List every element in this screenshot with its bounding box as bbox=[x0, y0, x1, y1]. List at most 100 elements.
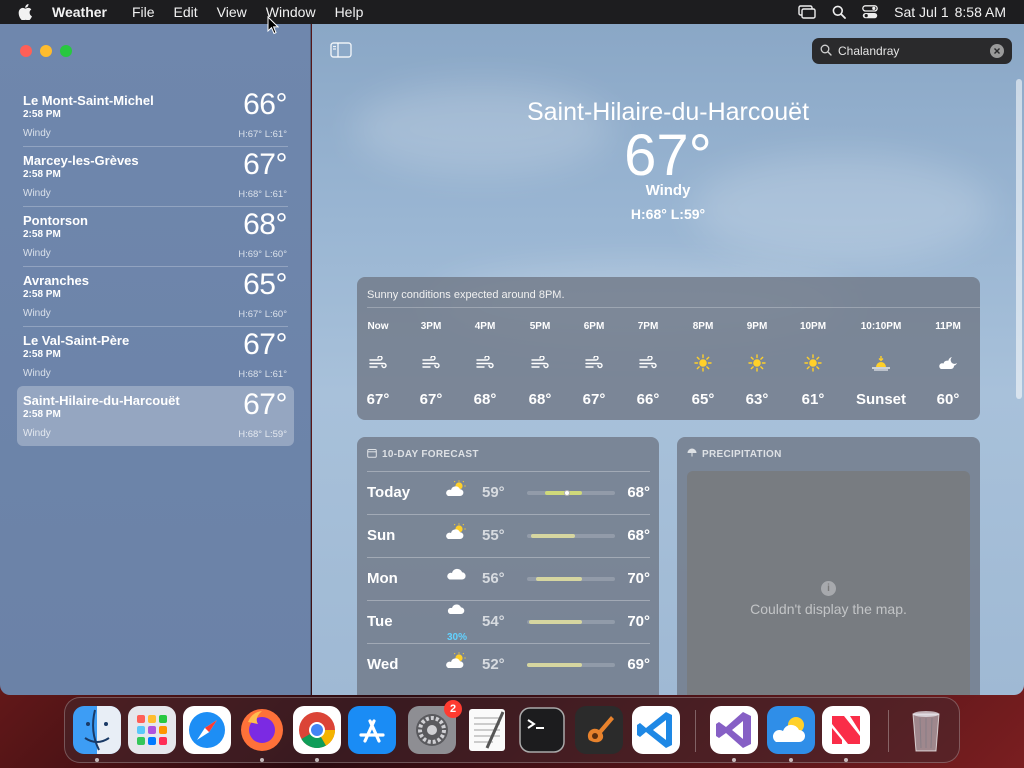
screen-mirroring-icon[interactable] bbox=[798, 5, 816, 19]
visual-studio-icon[interactable] bbox=[710, 706, 758, 754]
dock: 2 bbox=[64, 697, 960, 763]
weather-icon[interactable] bbox=[767, 706, 815, 754]
spotlight-search-icon[interactable] bbox=[832, 5, 847, 19]
precipitation-map[interactable]: i Couldn't display the map. bbox=[687, 471, 970, 695]
cloud-icon bbox=[445, 566, 469, 587]
forecast-high: 68° bbox=[627, 484, 650, 501]
forecast-day: Tue bbox=[367, 613, 393, 630]
hour-value: Sunset bbox=[855, 391, 906, 408]
dock-divider bbox=[695, 710, 696, 752]
location-time: 2:58 PM bbox=[23, 229, 61, 240]
safari-icon[interactable] bbox=[183, 706, 231, 754]
running-indicator bbox=[260, 758, 264, 762]
search-input[interactable]: Chalandray bbox=[838, 44, 990, 58]
sidebar-toggle-icon[interactable] bbox=[330, 42, 352, 63]
menu-help[interactable]: Help bbox=[335, 4, 364, 20]
minimize-window-button[interactable] bbox=[40, 45, 52, 57]
hour-label: 5PM bbox=[529, 321, 551, 332]
forecast-day-row[interactable]: Today 59° 68° bbox=[367, 472, 650, 515]
sun-icon bbox=[727, 343, 787, 383]
menu-time[interactable]: 8:58 AM bbox=[955, 4, 1006, 20]
textedit-icon[interactable] bbox=[463, 706, 511, 754]
news-icon[interactable] bbox=[822, 706, 870, 754]
hourly-item: 4PM 68° bbox=[455, 321, 515, 408]
location-high-low: H:68° L:59° bbox=[238, 429, 287, 440]
close-window-button[interactable] bbox=[20, 45, 32, 57]
forecast-day-row[interactable]: Mon 56° 70° bbox=[367, 558, 650, 601]
forecast-day-row[interactable]: Wed 52° 69° bbox=[367, 644, 650, 687]
location-temperature: 68° bbox=[243, 208, 287, 241]
chrome-icon[interactable] bbox=[293, 706, 341, 754]
location-time: 2:58 PM bbox=[23, 349, 61, 360]
app-store-icon[interactable] bbox=[348, 706, 396, 754]
wind-icon bbox=[401, 343, 461, 383]
location-name: Pontorson bbox=[23, 213, 88, 228]
weather-window: Le Mont-Saint-Michel 2:58 PM Windy 66° H… bbox=[0, 24, 1024, 695]
firefox-icon[interactable] bbox=[238, 706, 286, 754]
hourly-item: 10:10PM Sunset bbox=[851, 321, 911, 408]
location-condition: Windy bbox=[23, 188, 51, 199]
launchpad-icon[interactable] bbox=[128, 706, 176, 754]
current-temperature: 67° bbox=[624, 123, 712, 188]
location-name: Avranches bbox=[23, 273, 89, 288]
location-condition: Windy bbox=[23, 308, 51, 319]
apple-menu-icon[interactable] bbox=[18, 4, 36, 20]
forecast-low: 54° bbox=[482, 613, 505, 630]
scrollbar[interactable] bbox=[1016, 79, 1022, 399]
hour-value: 61° bbox=[801, 391, 825, 408]
menu-date[interactable]: Sat Jul 1 bbox=[894, 4, 948, 20]
location-temperature: 65° bbox=[243, 268, 287, 301]
forecast-low: 55° bbox=[482, 527, 505, 544]
finder-icon[interactable] bbox=[73, 706, 121, 754]
hour-label: 10PM bbox=[799, 321, 827, 332]
hourly-item: 5PM 68° bbox=[510, 321, 570, 408]
running-indicator bbox=[844, 758, 848, 762]
hourly-item: 11PM 60° bbox=[918, 321, 978, 408]
location-item[interactable]: Avranches 2:58 PM Windy 65° H:67° L:60° bbox=[17, 266, 294, 326]
forecast-high: 70° bbox=[627, 570, 650, 587]
forecast-low: 52° bbox=[482, 656, 505, 673]
hour-label: 9PM bbox=[746, 321, 768, 332]
menu-file[interactable]: File bbox=[132, 4, 155, 20]
current-temp-marker bbox=[563, 490, 570, 496]
running-indicator bbox=[732, 758, 736, 762]
location-high-low: H:67° L:60° bbox=[238, 309, 287, 320]
clear-search-icon[interactable] bbox=[990, 44, 1004, 58]
forecast-day-row[interactable]: Sun 55° 68° bbox=[367, 515, 650, 558]
sidebar: Le Mont-Saint-Michel 2:58 PM Windy 66° H… bbox=[0, 24, 311, 695]
precip-chance: 30% bbox=[446, 632, 467, 643]
garageband-icon[interactable] bbox=[575, 706, 623, 754]
control-center-icon[interactable] bbox=[862, 5, 878, 19]
temperature-range-bar bbox=[527, 620, 615, 624]
location-item[interactable]: Le Val-Saint-Père 2:58 PM Windy 67° H:68… bbox=[17, 326, 294, 386]
location-item[interactable]: Marcey-les-Grèves 2:58 PM Windy 67° H:68… bbox=[17, 146, 294, 206]
menu-edit[interactable]: Edit bbox=[174, 4, 198, 20]
fullscreen-window-button[interactable] bbox=[60, 45, 72, 57]
search-field[interactable]: Chalandray bbox=[812, 38, 1012, 64]
forecast-high: 68° bbox=[627, 527, 650, 544]
map-error-message: Couldn't display the map. bbox=[750, 601, 907, 617]
hour-label: 7PM bbox=[637, 321, 659, 332]
temperature-range-bar bbox=[527, 490, 615, 496]
location-item[interactable]: Pontorson 2:58 PM Windy 68° H:69° L:60° bbox=[17, 206, 294, 266]
forecast-day: Today bbox=[367, 484, 411, 501]
trash-icon[interactable] bbox=[902, 706, 950, 754]
location-name: Marcey-les-Grèves bbox=[23, 153, 139, 168]
forecast-high: 69° bbox=[627, 656, 650, 673]
terminal-icon[interactable] bbox=[518, 706, 566, 754]
hour-value: 65° bbox=[691, 391, 715, 408]
settings-icon[interactable]: 2 bbox=[408, 700, 462, 754]
running-indicator bbox=[95, 758, 99, 762]
vscode-icon[interactable] bbox=[632, 706, 680, 754]
location-item[interactable]: Saint-Hilaire-du-Harcouët 2:58 PM Windy … bbox=[17, 386, 294, 446]
location-temperature: 67° bbox=[243, 328, 287, 361]
location-item[interactable]: Le Mont-Saint-Michel 2:58 PM Windy 66° H… bbox=[17, 86, 294, 146]
running-indicator bbox=[789, 758, 793, 762]
precipitation-title-text: PRECIPITATION bbox=[702, 449, 782, 460]
location-high-low: H:67° L:61° bbox=[238, 129, 287, 140]
forecast-day-row[interactable]: Tue 30% 54° 70° bbox=[367, 601, 650, 644]
menu-app-name[interactable]: Weather bbox=[52, 4, 107, 20]
menu-view[interactable]: View bbox=[217, 4, 247, 20]
calendar-icon bbox=[367, 448, 377, 461]
location-name: Le Mont-Saint-Michel bbox=[23, 93, 154, 108]
